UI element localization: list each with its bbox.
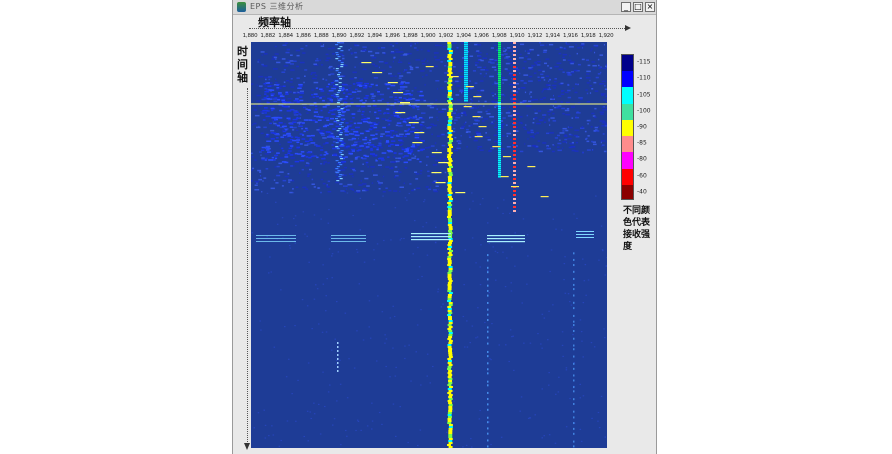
app-icon: [237, 2, 246, 12]
color-scale-label: -60: [637, 172, 647, 180]
frequency-tick-label: 1,900: [420, 33, 436, 39]
color-scale-label: -100: [637, 107, 651, 115]
time-axis-title: 时间轴: [237, 45, 248, 84]
frequency-tick-label: 1,918: [580, 33, 596, 39]
frequency-tick-label: 1,888: [313, 33, 329, 39]
color-scale-segment: [622, 136, 633, 153]
color-scale-segment: [622, 168, 633, 185]
color-scale-segment: [622, 71, 633, 88]
frequency-tick-label: 1,894: [367, 33, 382, 39]
color-scale-label: -90: [637, 123, 647, 131]
color-scale-bar: [621, 54, 634, 200]
color-scale-label: -85: [637, 139, 647, 147]
frequency-tick-label: 1,890: [331, 33, 347, 39]
close-button[interactable]: ×: [645, 2, 655, 12]
frequency-tick-label: 1,886: [296, 33, 311, 39]
frequency-tick-label: 1,904: [456, 33, 471, 39]
color-scale-note: 不同颜色代表接收强度: [623, 206, 651, 252]
color-scale-segment: [622, 119, 633, 137]
frequency-axis-line: [249, 28, 627, 29]
frequency-tick-label: 1,910: [509, 33, 525, 39]
frequency-tick-label: 1,920: [598, 33, 614, 39]
frequency-tick-label: 1,916: [563, 33, 578, 39]
title-bar: EPS 三维分析 _ □ ×: [233, 0, 656, 15]
frequency-tick-label: 1,898: [402, 33, 418, 39]
frequency-tick-label: 1,884: [278, 33, 293, 39]
color-scale-label: -105: [637, 91, 651, 99]
maximize-button[interactable]: □: [633, 2, 643, 12]
frequency-axis-arrow-icon: [625, 25, 631, 31]
time-axis-line: [247, 88, 248, 444]
color-scale-label: -40: [637, 188, 647, 196]
color-scale-labels: -115 -110 -105 -100 -90 -85 -80 -60 -40: [637, 54, 659, 200]
spectrum-analysis-window: EPS 三维分析 _ □ × 频率轴 1,880 1,882 1,884 1,886 1…: [232, 0, 657, 454]
color-scale-segment: [622, 55, 633, 72]
frequency-tick-label: 1,906: [474, 33, 489, 39]
minimize-button[interactable]: _: [621, 2, 631, 12]
frequency-tick-label: 1,880: [242, 33, 258, 39]
color-scale-label: -80: [637, 155, 647, 163]
color-scale-segment: [622, 103, 633, 120]
spectrogram-plot[interactable]: [251, 42, 607, 448]
color-scale-segment: [622, 87, 633, 104]
frequency-tick-label: 1,882: [260, 33, 276, 39]
color-scale-segment: [622, 152, 633, 169]
color-scale-label: -110: [637, 74, 651, 82]
frequency-tick-label: 1,912: [527, 33, 543, 39]
time-axis-arrow-icon: [244, 443, 250, 450]
color-scale-label: -115: [637, 58, 651, 66]
spectrogram-background: [251, 42, 607, 448]
color-scale-segment: [622, 184, 633, 199]
frequency-tick-label: 1,914: [545, 33, 560, 39]
window-title: EPS 三维分析: [250, 2, 304, 11]
spectrogram-canvas[interactable]: [251, 42, 607, 448]
frequency-tick-label: 1,892: [349, 33, 365, 39]
frequency-tick-label: 1,908: [491, 33, 507, 39]
frequency-tick-label: 1,896: [385, 33, 400, 39]
frequency-tick-label: 1,902: [438, 33, 454, 39]
